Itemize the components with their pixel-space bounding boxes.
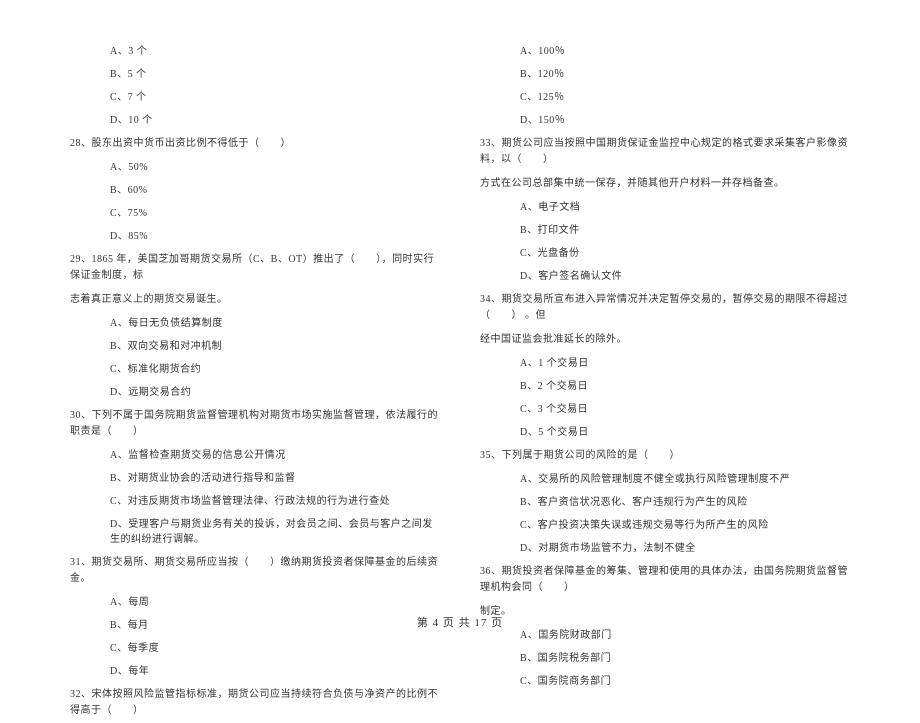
option-32b: B、120％ <box>480 63 850 86</box>
option-27b: B、5 个 <box>70 63 440 86</box>
option-30d: D、受理客户与期货业务有关的投诉，对会员之间、会员与客户之间发生的纠纷进行调解。 <box>70 513 440 551</box>
page-footer: 第 4 页 共 17 页 <box>0 614 920 630</box>
option-33c: C、光盘备份 <box>480 242 850 265</box>
question-30: 30、下列不属于国务院期货监督管理机构对期货市场实施监督管理，依法履行的职责是（… <box>70 404 440 444</box>
option-33a: A、电子文档 <box>480 196 850 219</box>
option-34b: B、2 个交易日 <box>480 375 850 398</box>
option-30c: C、对违反期货市场监督管理法律、行政法规的行为进行查处 <box>70 490 440 513</box>
option-29b: B、双向交易和对冲机制 <box>70 335 440 358</box>
option-30a: A、监督检查期货交易的信息公开情况 <box>70 444 440 467</box>
option-36b: B、国务院税务部门 <box>480 647 850 670</box>
option-31c: C、每季度 <box>70 637 440 660</box>
question-34-cont: 经中国证监会批准延长的除外。 <box>480 328 850 352</box>
option-28b: B、60% <box>70 179 440 202</box>
left-column: A、3 个 B、5 个 C、7 个 D、10 个 28、股东出资中货币出资比例不… <box>70 40 460 590</box>
content-area: A、3 个 B、5 个 C、7 个 D、10 个 28、股东出资中货币出资比例不… <box>70 40 850 590</box>
option-35c: C、客户投资决策失误或违规交易等行为所产生的风险 <box>480 514 850 537</box>
option-28a: A、50% <box>70 156 440 179</box>
question-34: 34、期货交易所宣布进入异常情况并决定暂停交易的，暂停交易的期限不得超过（ ） … <box>480 288 850 328</box>
option-27d: D、10 个 <box>70 109 440 132</box>
question-33-cont: 方式在公司总部集中统一保存，并随其他开户材料一并存档备查。 <box>480 172 850 196</box>
option-27c: C、7 个 <box>70 86 440 109</box>
option-33b: B、打印文件 <box>480 219 850 242</box>
question-36: 36、期货投资者保障基金的筹集、管理和使用的具体办法，由国务院期货监督管理机构会… <box>480 560 850 600</box>
option-32c: C、125％ <box>480 86 850 109</box>
question-35: 35、下列属于期货公司的风险的是（ ） <box>480 444 850 468</box>
option-32a: A、100％ <box>480 40 850 63</box>
question-29-cont: 志着真正意义上的期货交易诞生。 <box>70 288 440 312</box>
option-29c: C、标准化期货合约 <box>70 358 440 381</box>
option-33d: D、客户签名确认文件 <box>480 265 850 288</box>
option-35b: B、客户资信状况恶化、客户违规行为产生的风险 <box>480 491 850 514</box>
option-27a: A、3 个 <box>70 40 440 63</box>
option-35a: A、交易所的风险管理制度不健全或执行风险管理制度不严 <box>480 468 850 491</box>
option-30b: B、对期货业协会的活动进行指导和监督 <box>70 467 440 490</box>
option-28c: C、75% <box>70 202 440 225</box>
option-29a: A、每日无负债结算制度 <box>70 312 440 335</box>
option-31d: D、每年 <box>70 660 440 683</box>
option-31a: A、每周 <box>70 591 440 614</box>
option-36c: C、国务院商务部门 <box>480 670 850 693</box>
option-32d: D、150％ <box>480 109 850 132</box>
option-34c: C、3 个交易日 <box>480 398 850 421</box>
option-34d: D、5 个交易日 <box>480 421 850 444</box>
right-column: A、100％ B、120％ C、125％ D、150％ 33、期货公司应当按照中… <box>460 40 850 590</box>
question-31: 31、期货交易所、期货交易所应当按（ ）缴纳期货投资者保障基金的后续资金。 <box>70 551 440 591</box>
question-28: 28、股东出资中货币出资比例不得低于（ ） <box>70 132 440 156</box>
option-35d: D、对期货市场监管不力，法制不健全 <box>480 537 850 560</box>
option-29d: D、远期交易合约 <box>70 381 440 404</box>
question-32: 32、宋体按照风险监管指标标准，期货公司应当持续符合负债与净资产的比例不得高于（… <box>70 683 440 723</box>
option-34a: A、1 个交易日 <box>480 352 850 375</box>
question-29: 29、1865 年，美国芝加哥期货交易所（C、B、OT）推出了（ ），同时实行保… <box>70 248 440 288</box>
option-28d: D、85% <box>70 225 440 248</box>
question-33: 33、期货公司应当按照中国期货保证金监控中心规定的格式要求采集客户影像资料，以（… <box>480 132 850 172</box>
